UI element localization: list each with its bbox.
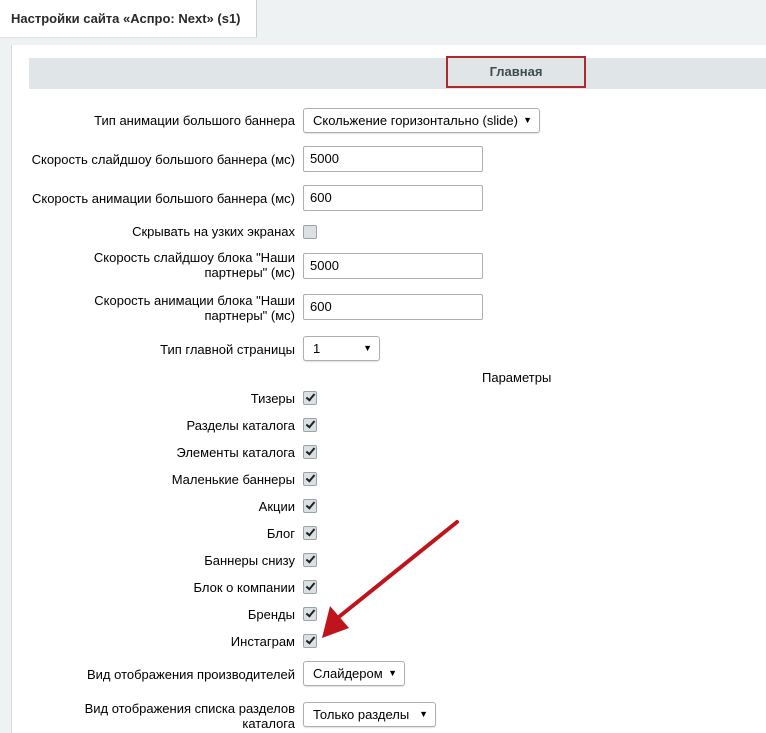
annotation-arrow-icon: [322, 520, 459, 638]
